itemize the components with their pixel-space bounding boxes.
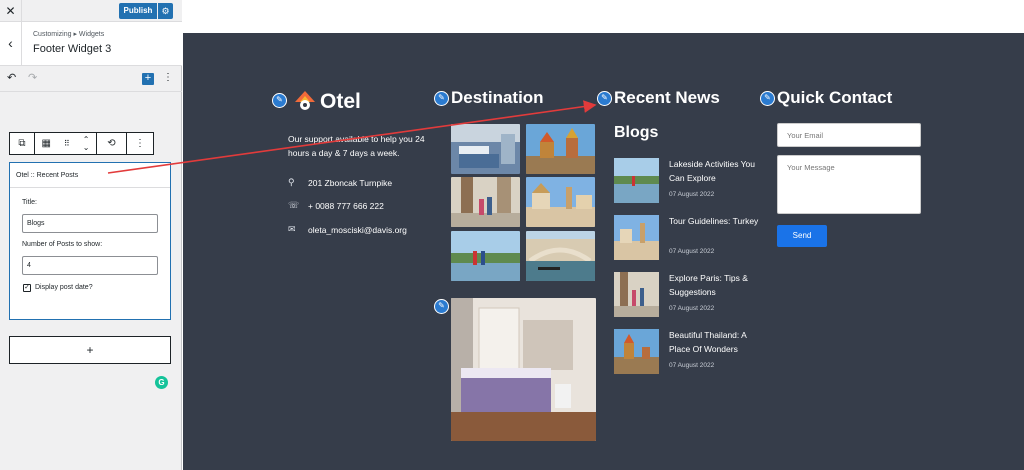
email-input[interactable]: Your Email [777,123,921,147]
site-footer: ✎ Otel Our support available to help you… [183,33,1024,470]
widget-name: Otel :: Recent Posts [16,172,79,179]
gallery-image[interactable] [451,231,520,281]
location-pin-icon: ⚲ [288,177,295,187]
post-date: 07 August 2022 [669,362,715,369]
post-title[interactable]: Lakeside Activities You Can Explore [669,157,759,185]
post-title[interactable]: Explore Paris: Tips & Suggestions [669,271,759,299]
post-title[interactable]: Tour Guidelines: Turkey [669,214,759,228]
chevron-left-icon[interactable]: ‹ [0,22,22,66]
edit-pencil-icon[interactable]: ✎ [272,93,287,108]
close-icon[interactable]: ✕ [0,0,22,22]
edit-pencil-icon[interactable]: ✎ [434,91,449,106]
editor-toolbar: ↶ ↷ + ⋮ [0,66,182,92]
phone-icon: ☏ [288,200,300,210]
address-text: 201 Zboncak Turnpike [308,177,393,188]
title-input[interactable]: Blogs [22,214,158,233]
drag-handle-icon[interactable]: ⠿ [64,139,70,148]
gear-icon[interactable]: ⚙ [158,3,173,19]
bedroom-image[interactable] [451,298,596,441]
post-title[interactable]: Beautiful Thailand: A Place Of Wonders [669,328,759,356]
site-preview: ✎ Otel Our support available to help you… [183,0,1024,470]
block-options-icon[interactable]: ⋮ [127,132,154,155]
recent-news-title: Recent News [614,88,720,107]
block-toolbar: ⧉ ▦ ⠿ ⌃ ⌄ ⟲ ⋮ [9,132,154,155]
logo-text[interactable]: Otel [320,90,361,114]
quick-contact-title: Quick Contact [777,88,893,107]
edit-pencil-icon[interactable]: ✎ [760,91,775,106]
add-block-button[interactable]: + [142,73,154,85]
move-up-down-icon[interactable]: ⌃ ⌄ [83,135,90,152]
section-header: ‹ Customizing ▸ Widgets Footer Widget 3 [0,22,182,66]
phone-row: ☏ + 0088 777 666 222 [288,200,384,211]
transform-block-icon[interactable]: ⧉ [9,132,35,155]
post-count-input[interactable]: 4 [22,256,158,275]
redo-icon[interactable]: ↷ [28,71,37,84]
customizer-sidebar: ✕ Publish ⚙ ‹ Customizing ▸ Widgets Foot… [0,0,182,470]
publish-button[interactable]: Publish [119,3,157,19]
post-date: 07 August 2022 [669,248,715,255]
gallery-image[interactable] [451,124,520,174]
logo-icon [295,91,315,110]
more-vertical-icon[interactable]: ⋮ [163,72,173,83]
message-textarea[interactable]: Your Message [777,155,921,214]
breadcrumb: Customizing ▸ Widgets [33,31,105,38]
add-widget-button[interactable]: + [9,336,171,364]
destination-title: Destination [451,88,544,107]
display-date-label: Display post date? [35,284,93,291]
display-date-checkbox[interactable]: ✓ [23,284,31,292]
section-title: Footer Widget 3 [33,43,112,55]
post-date: 07 August 2022 [669,191,715,198]
blogs-heading: Blogs [614,124,659,141]
phone-text[interactable]: + 0088 777 666 222 [308,201,384,211]
gallery-image[interactable] [526,124,595,174]
post-thumbnail[interactable] [614,329,659,374]
gallery-image[interactable] [526,231,595,281]
divider [10,187,170,188]
envelope-icon: ✉ [288,224,296,234]
post-count-label: Number of Posts to show: [22,241,103,248]
address-row: ⚲ 201 Zboncak Turnpike [288,177,392,188]
post-thumbnail[interactable] [614,272,659,317]
email-text[interactable]: oleta_mosciski@davis.org [308,225,407,235]
title-label: Title: [22,199,37,206]
recent-posts-widget: Otel :: Recent Posts Title: Blogs Number… [9,162,171,320]
link-icon[interactable]: ⟲ [97,132,127,155]
send-button[interactable]: Send [777,225,827,247]
calendar-icon[interactable]: ▦ [41,138,50,149]
post-thumbnail[interactable] [614,158,659,203]
post-thumbnail[interactable] [614,215,659,260]
post-date: 07 August 2022 [669,305,715,312]
customizer-topbar: ✕ Publish ⚙ [0,0,182,22]
grammarly-icon[interactable]: G [155,376,168,389]
edit-pencil-icon[interactable]: ✎ [434,299,449,314]
email-row: ✉ oleta_mosciski@davis.org [288,224,407,235]
block-mover: ▦ ⠿ ⌃ ⌄ [35,132,97,155]
gallery-image[interactable] [526,177,595,227]
gallery-image[interactable] [451,177,520,227]
support-text: Our support available to help you 24 hou… [288,134,425,158]
undo-icon[interactable]: ↶ [7,71,16,84]
edit-pencil-icon[interactable]: ✎ [597,91,612,106]
customizer-root: ✕ Publish ⚙ ‹ Customizing ▸ Widgets Foot… [0,0,1024,470]
